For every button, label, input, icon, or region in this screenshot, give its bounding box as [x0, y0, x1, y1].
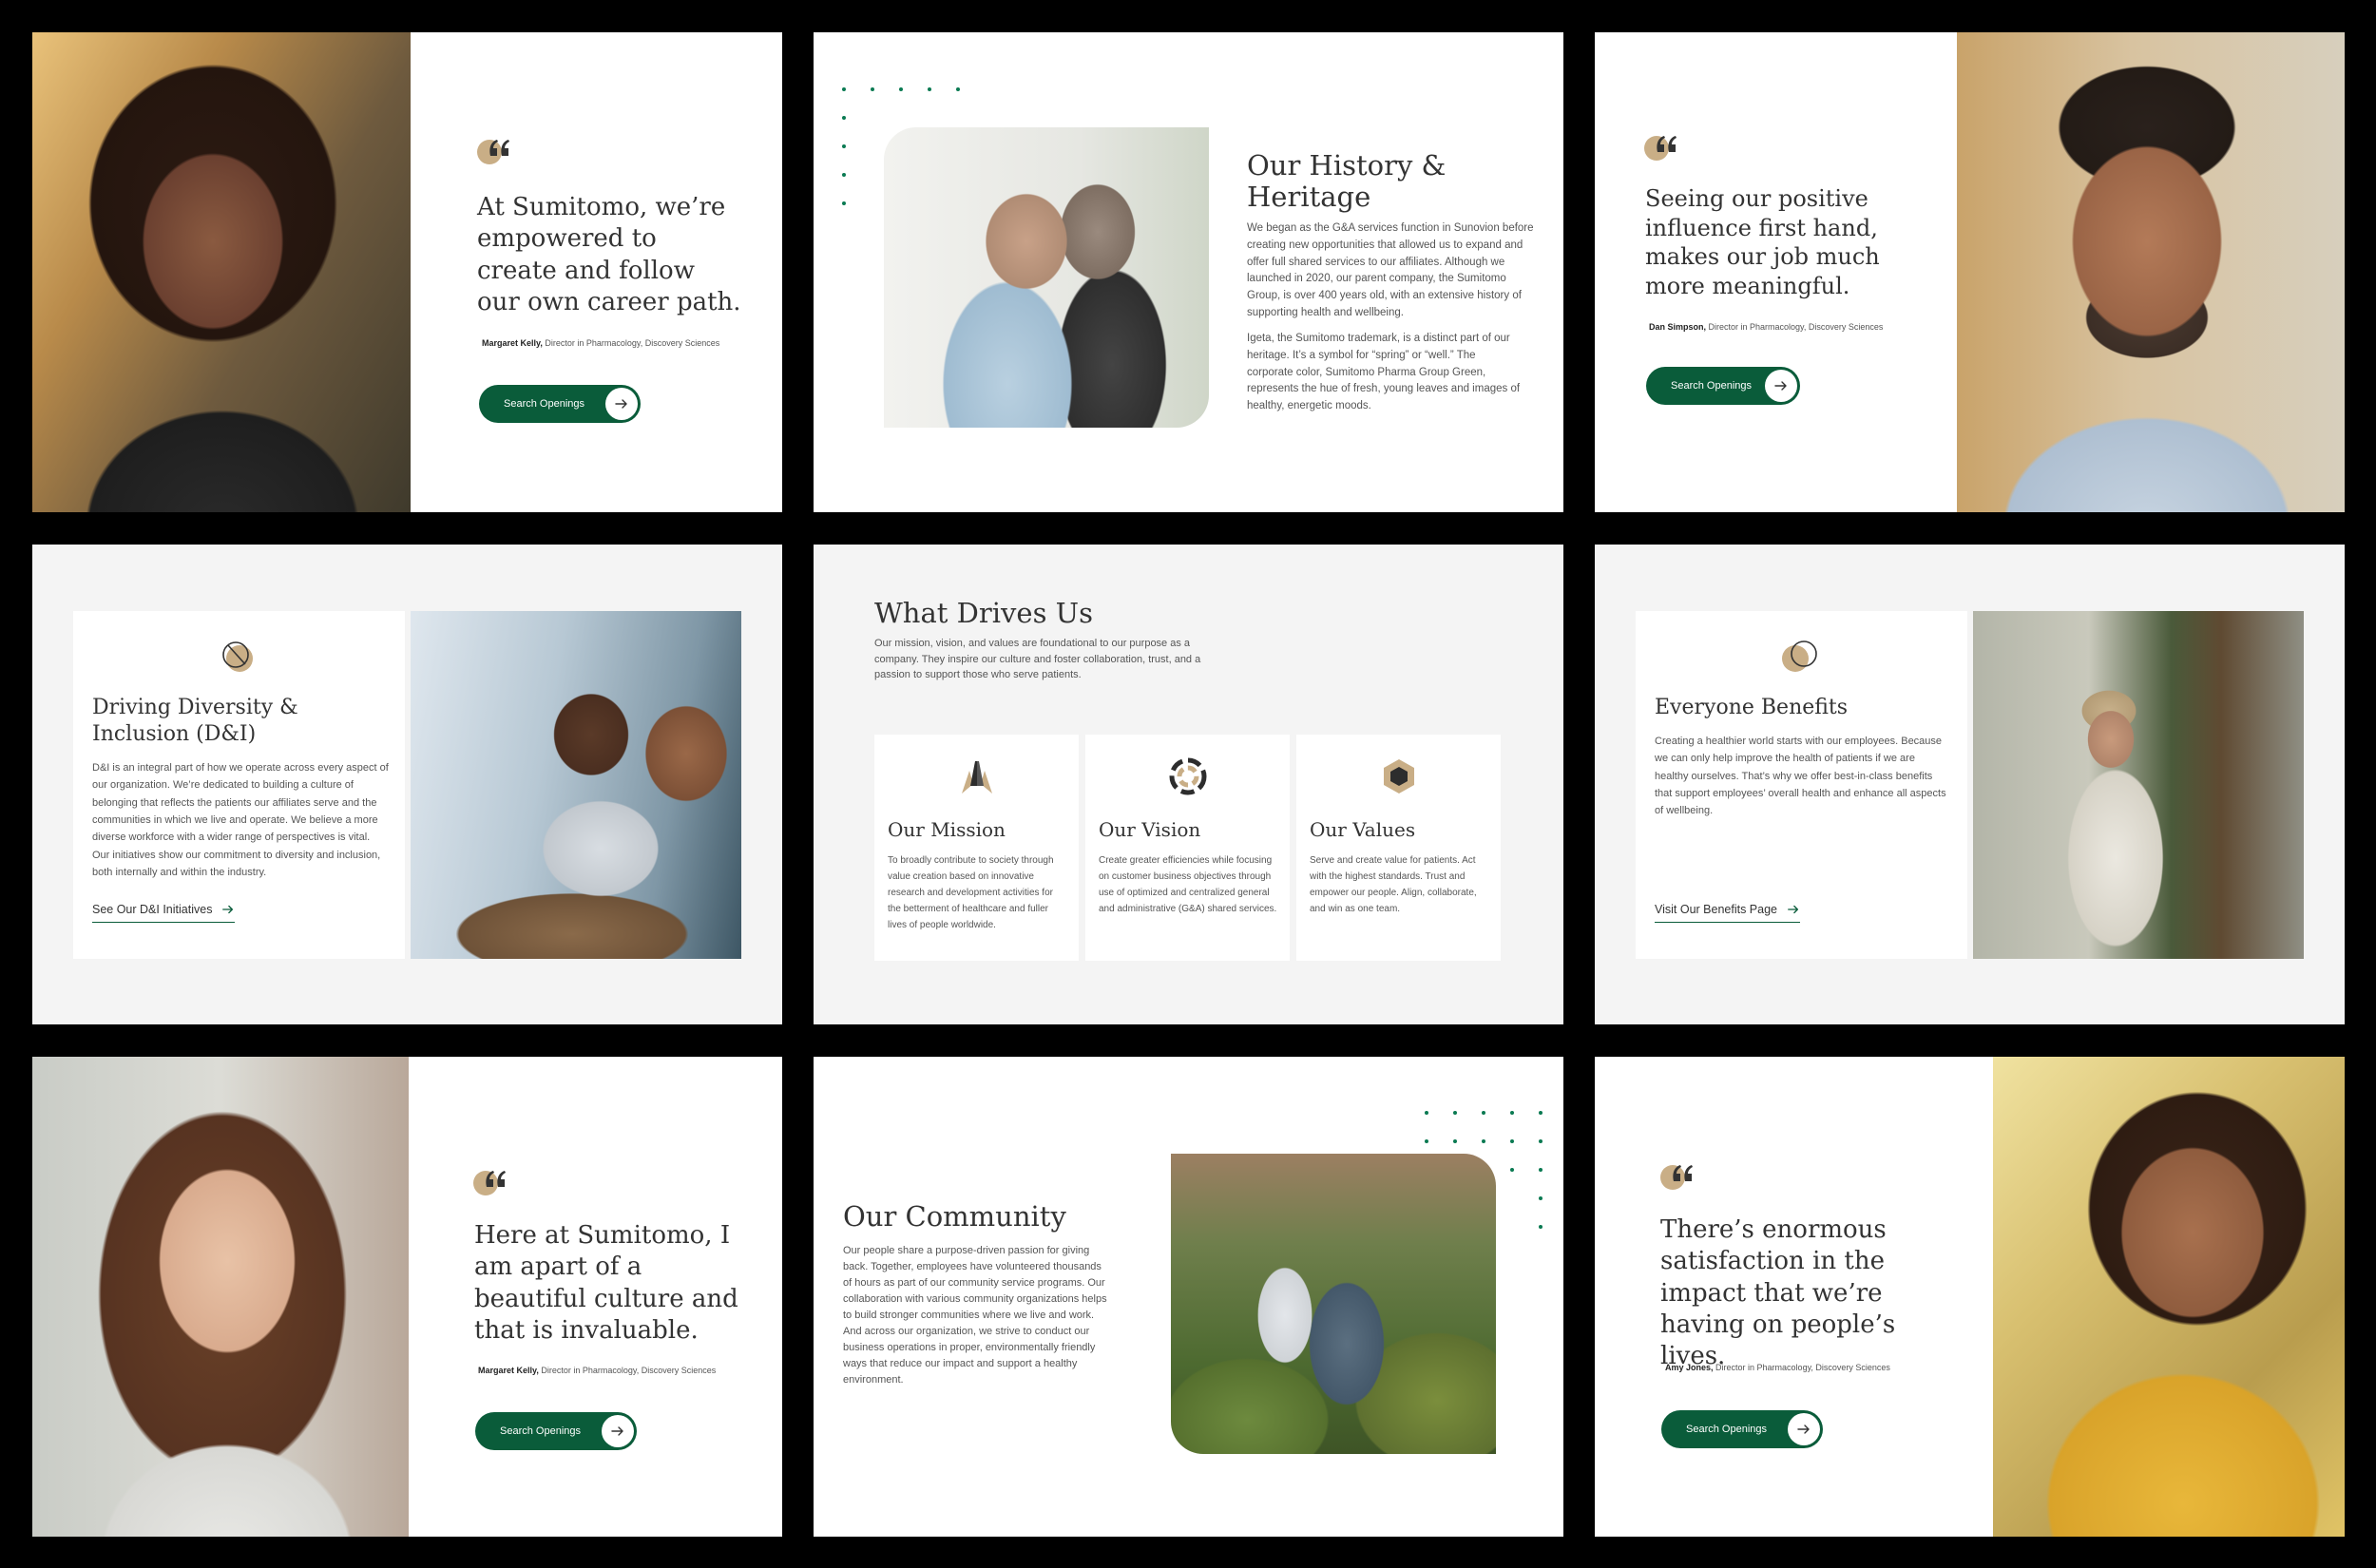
values-body: Serve and create value for patients. Act… [1310, 855, 1477, 914]
section-title: What Drives Us [874, 597, 1094, 629]
search-openings-button[interactable]: Search Openings [475, 1412, 637, 1450]
arrow-right-icon [602, 1415, 634, 1447]
benefits-body: Creating a healthier world starts with o… [1655, 736, 1946, 817]
dot [1539, 1168, 1542, 1172]
mission-card: Our Mission To broadly contribute to soc… [874, 735, 1079, 961]
arrow-right-icon [1787, 903, 1800, 916]
dot [1539, 1196, 1542, 1200]
mission-icon [962, 761, 992, 794]
community-body: Our people share a purpose-driven passio… [843, 1245, 1107, 1386]
dot [1510, 1111, 1514, 1115]
leaf-icon [222, 641, 253, 672]
vision-title: Our Vision [1099, 818, 1201, 841]
dot [1453, 1111, 1457, 1115]
portrait-photo [32, 1057, 409, 1537]
arrow-right-icon [605, 388, 638, 420]
office-team-photo [411, 611, 741, 959]
dot [1482, 1111, 1485, 1115]
drives-intro: Our mission, vision, and values are foun… [874, 638, 1201, 680]
vision-icon [1169, 757, 1207, 795]
values-card: Our Values Serve and create value for pa… [1296, 735, 1501, 961]
testimonial-card-4: There’s enormous satisfaction in the imp… [1595, 1057, 2345, 1537]
dot [871, 87, 874, 91]
woman-garden-photo [1973, 611, 2304, 959]
section-title: Our History & Heritage [1247, 149, 1447, 214]
testimonial-card-1: At Sumitomo, we’re empowered to create a… [32, 32, 782, 512]
dot [956, 87, 960, 91]
dot [1539, 1111, 1542, 1115]
dot [842, 201, 846, 205]
dot [842, 87, 846, 91]
dot [899, 87, 903, 91]
search-openings-button[interactable]: Search Openings [479, 385, 641, 423]
quote-attribution: Amy Jones, Director in Pharmacology, Dis… [1665, 1363, 1890, 1372]
quote-text: Here at Sumitomo, I am apart of a beauti… [474, 1221, 738, 1345]
portrait-photo [1957, 32, 2345, 512]
colleagues-photo [884, 127, 1209, 428]
vision-card: Our Vision Create greater efficiencies w… [1085, 735, 1290, 961]
dot [842, 173, 846, 177]
diversity-body: D&I is an integral part of how we operat… [92, 762, 389, 879]
quote-attribution: Margaret Kelly, Director in Pharmacology… [478, 1366, 717, 1375]
dot [1539, 1139, 1542, 1143]
community-card: Our Community Our people share a purpose… [814, 1057, 1563, 1537]
quote-text: At Sumitomo, we’re empowered to create a… [477, 193, 741, 316]
arrow-right-icon [221, 903, 235, 916]
dot [1539, 1225, 1542, 1229]
benefits-card: Everyone Benefits Creating a healthier w… [1595, 545, 2345, 1024]
quote-icon [1660, 1157, 1698, 1195]
arrow-right-icon [1788, 1413, 1820, 1445]
mission-body: To broadly contribute to society through… [888, 855, 1054, 930]
testimonial-card-3: Here at Sumitomo, I am apart of a beauti… [32, 1057, 782, 1537]
dot [842, 116, 846, 120]
dot [842, 144, 846, 148]
search-openings-button[interactable]: Search Openings [1661, 1410, 1823, 1448]
history-card: Our History & Heritage We began as the G&… [814, 32, 1563, 512]
search-openings-button[interactable]: Search Openings [1646, 367, 1800, 405]
section-title: Everyone Benefits [1655, 696, 1849, 719]
what-drives-us-card: What Drives Us Our mission, vision, and … [814, 545, 1563, 1024]
community-garden-photo [1171, 1154, 1496, 1454]
mission-title: Our Mission [888, 818, 1006, 841]
visit-benefits-page-link[interactable]: Visit Our Benefits Page [1655, 903, 1801, 923]
dot [1482, 1139, 1485, 1143]
diversity-card: Driving Diversity & Inclusion (D&I) D&I i… [32, 545, 782, 1024]
section-title: Driving Diversity & Inclusion (D&I) [92, 696, 298, 747]
quote-attribution: Dan Simpson, Director in Pharmacology, D… [1649, 322, 1884, 332]
values-title: Our Values [1310, 818, 1416, 841]
see-di-initiatives-link[interactable]: See Our D&I Initiatives [92, 903, 236, 923]
history-paragraph-1: We began as the G&A services function in… [1247, 222, 1534, 319]
dot [1510, 1168, 1514, 1172]
quote-icon [477, 131, 515, 169]
quote-icon [473, 1162, 511, 1200]
values-icon [1384, 759, 1414, 794]
section-title: Our Community [843, 1200, 1066, 1233]
testimonial-card-2: Seeing our positive influence first hand… [1595, 32, 2345, 512]
quote-text: Seeing our positive influence first hand… [1645, 185, 1880, 300]
history-paragraph-2: Igeta, the Sumitomo trademark, is a dist… [1247, 333, 1521, 412]
vision-body: Create greater efficiencies while focusi… [1099, 855, 1277, 914]
portrait-photo [32, 32, 411, 512]
dot [1425, 1139, 1428, 1143]
dot [928, 87, 931, 91]
dot [1425, 1111, 1428, 1115]
quote-icon [1644, 127, 1682, 165]
overlap-circles-icon [1782, 641, 1817, 672]
dot [1453, 1139, 1457, 1143]
quote-attribution: Margaret Kelly, Director in Pharmacology… [482, 338, 720, 348]
arrow-right-icon [1765, 370, 1797, 402]
dot [1510, 1139, 1514, 1143]
portrait-photo [1993, 1057, 2345, 1537]
quote-text: There’s enormous satisfaction in the imp… [1660, 1215, 1896, 1371]
